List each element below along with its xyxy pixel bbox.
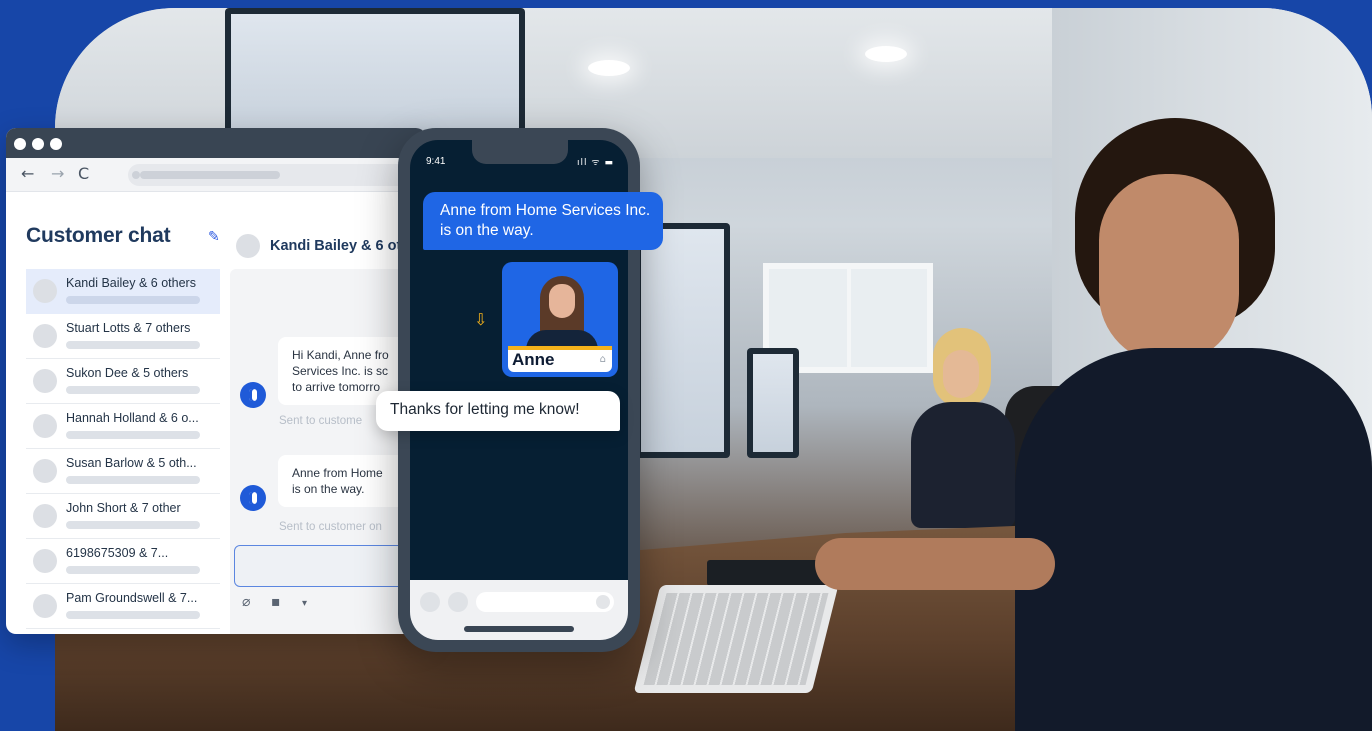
conversation-name: Susan Barlow & 5 oth... — [66, 456, 197, 470]
status-time: 9:41 — [426, 156, 446, 167]
preview-placeholder — [66, 521, 200, 529]
preview-placeholder — [66, 476, 200, 484]
home-indicator — [464, 626, 574, 632]
avatar — [33, 549, 57, 573]
conversation-name: Kandi Bailey & 6 others — [66, 276, 196, 290]
ceiling-light — [865, 46, 907, 62]
reload-icon[interactable]: C — [78, 165, 89, 183]
forward-arrow-icon[interactable]: → — [51, 165, 64, 183]
avatar — [33, 279, 57, 303]
technician-name: Anne — [512, 350, 555, 369]
window-dot[interactable] — [50, 138, 62, 150]
avatar — [33, 504, 57, 528]
monitor — [225, 8, 525, 138]
agent-logo-icon — [240, 485, 266, 511]
conversation-name: Sukon Dee & 5 others — [66, 366, 189, 380]
preview-placeholder — [66, 611, 200, 619]
conversation-list: Kandi Bailey & 6 others Stuart Lotts & 7… — [26, 269, 220, 629]
technician-card[interactable]: Anne ⌂ — [502, 262, 618, 377]
phone-message-input[interactable] — [476, 592, 614, 612]
conversation-name: Pam Groundswell & 7... — [66, 591, 198, 605]
preview-placeholder — [66, 341, 200, 349]
browser-titlebar — [6, 128, 426, 158]
person-foreground — [815, 118, 1372, 731]
page-title: Customer chat — [26, 224, 171, 247]
conversation-item[interactable]: Pam Groundswell & 7... — [26, 584, 220, 629]
address-bar[interactable] — [128, 164, 426, 186]
monitor — [635, 223, 730, 458]
conversation-item[interactable]: John Short & 7 other — [26, 494, 220, 539]
conversation-name: John Short & 7 other — [66, 501, 181, 515]
back-arrow-icon[interactable]: ← — [21, 165, 34, 183]
message-template-icon[interactable]: ▪ — [271, 594, 281, 610]
incoming-sms-bubble: Anne from Home Services Inc. is on the w… — [423, 192, 663, 250]
preview-placeholder — [66, 566, 200, 574]
conversation-name: 6198675309 & 7... — [66, 546, 169, 560]
signal-wifi-battery-icon: ıll ᯤ ▬ — [577, 158, 614, 168]
window-dot[interactable] — [32, 138, 44, 150]
reply-input[interactable] — [234, 545, 424, 587]
person-background — [905, 328, 1025, 528]
phone-compose-bar — [410, 580, 628, 640]
chevron-down-icon[interactable]: ▾ — [302, 598, 307, 609]
conversation-item[interactable]: Susan Barlow & 5 oth... — [26, 449, 220, 494]
avatar — [33, 459, 57, 483]
plus-icon[interactable] — [420, 592, 440, 612]
preview-placeholder — [66, 296, 200, 304]
window-dot[interactable] — [14, 138, 26, 150]
conversation-item[interactable]: 6198675309 & 7... — [26, 539, 220, 584]
ceiling-light — [588, 60, 630, 76]
conversation-name: Hannah Holland & 6 o... — [66, 411, 199, 425]
home-services-logo-icon: ⌂ — [599, 354, 606, 365]
reply-sms-bubble: Thanks for letting me know! — [376, 391, 620, 431]
sent-status: Sent to customer on — [279, 521, 382, 533]
avatar — [33, 414, 57, 438]
conversation-name: Stuart Lotts & 7 others — [66, 321, 191, 335]
keyboard — [633, 585, 839, 693]
conversation-item[interactable]: Sukon Dee & 5 others — [26, 359, 220, 404]
avatar — [33, 324, 57, 348]
download-icon[interactable]: ⇩ — [474, 310, 487, 329]
preview-placeholder — [66, 431, 200, 439]
card-label: Anne ⌂ — [508, 350, 612, 372]
edit-icon[interactable]: ✎ — [208, 229, 220, 245]
conversation-item[interactable]: Stuart Lotts & 7 others — [26, 314, 220, 359]
avatar — [33, 594, 57, 618]
conversation-item[interactable]: Kandi Bailey & 6 others — [26, 269, 220, 314]
thread-title: Kandi Bailey & 6 ot — [270, 238, 402, 254]
preview-placeholder — [66, 386, 200, 394]
agent-logo-icon — [240, 382, 266, 408]
browser-navbar: ← → C — [6, 158, 426, 192]
camera-icon[interactable] — [448, 592, 468, 612]
conversation-item[interactable]: Hannah Holland & 6 o... — [26, 404, 220, 449]
avatar — [33, 369, 57, 393]
monitor — [747, 348, 799, 458]
technician-photo — [510, 268, 610, 360]
phone-notch — [472, 140, 568, 164]
avatar — [236, 234, 260, 258]
attachment-icon[interactable]: ⌀ — [242, 594, 250, 610]
sent-status: Sent to custome — [279, 415, 363, 427]
